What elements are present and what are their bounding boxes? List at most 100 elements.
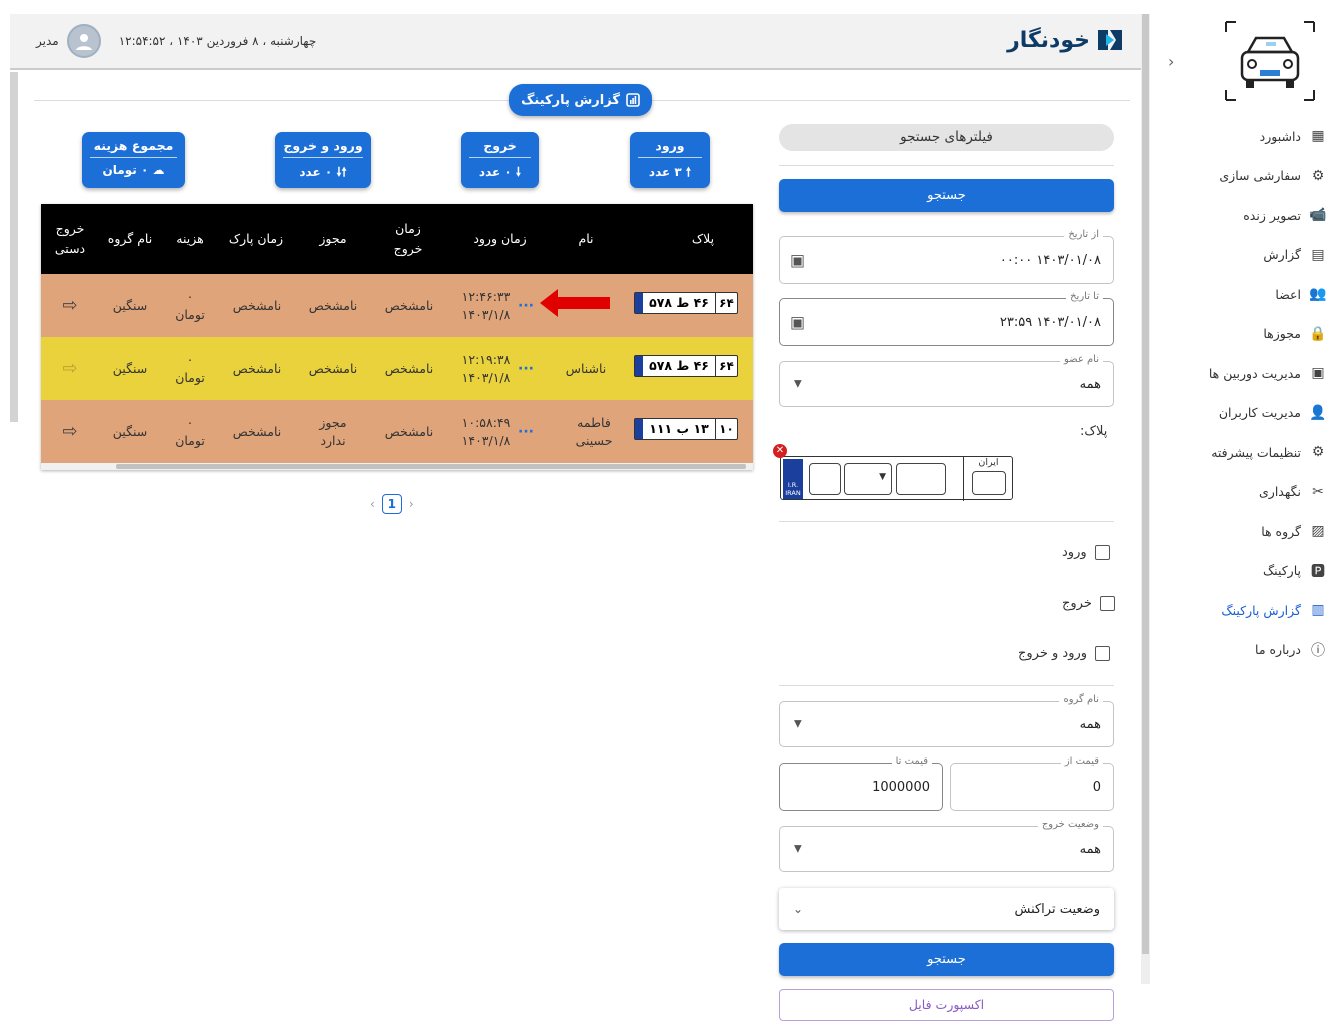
parking-icon: 🅿 [1311,563,1325,580]
stat-total-cost-amount: ۰ تومان [102,163,149,177]
sidebar-item[interactable]: 👥 اعضا [1150,281,1327,307]
from-date-value: ۱۴۰۳/۰۱/۰۸ ۰۰:۰۰ [999,252,1101,268]
table-scroll-thumb[interactable] [116,464,746,469]
sidebar-item[interactable]: 📹 تصویر زنده [1150,202,1327,228]
stat-entry: ورود 🠕 ۳ عدد [630,132,710,188]
col-manual-exit[interactable]: خروج دستی [49,204,91,274]
checkbox-entry[interactable]: ورود [1062,545,1110,560]
stat-total-cost-label: مجموع هزینه [90,132,177,158]
page-scroll-thumb[interactable] [1142,14,1149,954]
col-plate[interactable]: پلاک [653,204,753,274]
to-date-field[interactable]: تا تاریخ ۱۴۰۳/۰۱/۰۸ ۲۳:۵۹ ▣ [779,291,1114,346]
search-button-top[interactable]: جستجو [779,179,1114,212]
plate-region: ۱۰ [715,419,737,439]
stat-exit-value: 🠗 ۰ عدد [461,158,539,184]
checkbox-box[interactable] [1094,545,1110,560]
app-root: مدیر چهارشنبه ، ۸ فروردین ۱۴۰۳ ، ۱۲:۵۴:۵… [0,0,1331,1034]
col-permit[interactable]: مجوز [305,204,361,274]
brand: خودنگار [1007,26,1124,54]
entry-time: ۱۰:۵۸:۴۹ [461,414,511,430]
transaction-status-accordion[interactable]: وضعیت تراکنش ⌄ [779,888,1114,930]
from-date-field[interactable]: از تاریخ ۱۴۰۳/۰۱/۰۸ ۰۰:۰۰ ▣ [779,229,1114,284]
sidebar-item[interactable]: ▦ داشبورد [1150,123,1327,149]
calendar-icon[interactable]: ▣ [790,251,805,270]
more-dots-icon[interactable]: ··· [517,400,535,463]
col-cost[interactable]: هزینه [167,204,213,274]
sidebar-item[interactable]: 🅿 پارکینگ [1150,558,1327,584]
more-dots-icon[interactable]: ··· [517,274,535,337]
group-name-select[interactable]: نام گروه همه ▼ [779,694,1114,747]
sidebar-item[interactable]: 👤 مدیریت کاربران [1150,400,1327,426]
price-from-field[interactable]: قیمت از 0 [950,756,1114,811]
cell-cost: ۰ تومان [169,274,211,337]
exit-status-select[interactable]: وضعیت خروج همه ▼ [779,819,1114,872]
page-number-current[interactable]: 1 [381,494,402,514]
sidebar-item[interactable]: 🔒 مجوزها [1150,321,1327,347]
col-exit-time[interactable]: زمان خروج [383,204,433,274]
col-name[interactable]: نام [549,204,623,274]
page-title: گزارش پارکینگ [509,84,652,116]
checkbox-entry-exit[interactable]: ورود و خروج [1018,646,1111,661]
more-dots-icon[interactable]: ··· [517,337,535,400]
gear-icon: ⚙ [1311,167,1325,184]
table-header: پلاک نام زمان ورود زمان خروج مجوز زمان پ… [41,204,753,274]
table-row[interactable]: ۱۳ ب ۱۱۱ ۱۰ فاطمه حسینی ··· ۱۰:۵۸:۴۹ ۱۴۰۳… [41,400,753,463]
left-scroll-strip[interactable] [10,72,18,422]
cell-entry-time: ۱۲:۱۹:۳۸ ۱۴۰۳/۱/۸ [453,337,519,400]
plate-digits-left[interactable] [809,463,841,495]
red-arrow-annotation [540,289,610,317]
transaction-status-label: وضعیت تراکنش [1014,901,1101,917]
user-area[interactable]: مدیر چهارشنبه ، ۸ فروردین ۱۴۰۳ ، ۱۲:۵۴:۵… [36,24,316,58]
report-icon: ▤ [1311,246,1325,263]
exit-icon[interactable]: ⇨ [55,274,85,337]
sidebar-item[interactable]: ⚙ سفارشی سازی [1150,163,1327,189]
member-name-value: همه [1079,376,1101,392]
sidebar-item[interactable]: ▣ مدیریت دوربین ها [1150,360,1327,386]
calendar-icon[interactable]: ▣ [790,313,805,332]
sidebar-item-label: گزارش پارکینگ [1221,602,1301,618]
price-to-field[interactable]: قیمت تا 1000000 [779,756,943,811]
avatar[interactable] [66,24,101,58]
table-row[interactable]: ۴۶ ط ۵۷۸ ۶۴ ناشناس ··· ۱۲:۱۹:۳۸ ۱۴۰۳/۱/۸ … [41,337,753,400]
plate-flag-text: I.R. IRAN [785,481,801,497]
export-file-button[interactable]: اکسپورت فایل [779,989,1114,1021]
exit-icon[interactable]: ⇨ [55,337,85,400]
col-group-name[interactable]: نام گروه [107,204,153,274]
stat-entry-count: ۳ عدد [648,165,682,179]
sidebar-item[interactable]: ✂ نگهداری [1150,479,1327,505]
sidebar-item[interactable]: ▨ گروه ها [1150,518,1327,544]
search-button-bottom[interactable]: جستجو [779,943,1114,976]
cell-cost: ۰ تومان [169,337,211,400]
table-row[interactable]: ۴۶ ط ۵۷۸ ۶۴ ··· ۱۲:۴۶:۳۳ ۱۴۰۳/۱/۸ نامشخص … [41,274,753,337]
top-header: مدیر چهارشنبه ، ۸ فروردین ۱۴۰۳ ، ۱۲:۵۴:۵… [10,14,1142,70]
cost-amount: ۰ [186,414,194,430]
exit-status-value: همه [1079,841,1101,857]
sidebar-item[interactable]: ⚙ تنظیمات پیشرفته [1150,439,1327,465]
chevron-right-icon[interactable]: › [1168,52,1186,72]
entry-time: ۱۲:۴۶:۳۳ [461,288,511,304]
chart-icon [626,93,640,107]
cell-name: فاطمه حسینی [575,414,613,448]
cost-unit: تومان [175,306,205,322]
sidebar-item[interactable]: ⓘ درباره ما [1150,637,1327,663]
checkbox-box[interactable] [1095,646,1111,661]
checkbox-box[interactable] [1099,596,1115,611]
plate-region-input[interactable] [972,471,1006,495]
sidebar-item-label: تصویر زنده [1243,207,1301,223]
col-park-time[interactable]: زمان پارک [225,204,287,274]
next-page-icon[interactable]: › [409,497,414,511]
sidebar-item[interactable]: ▥ گزارش پارکینگ [1150,597,1327,623]
cost-unit: تومان [175,369,205,385]
plate-digits-right[interactable] [896,463,946,495]
clear-plate-icon[interactable]: ✕ [773,444,787,458]
exit-icon[interactable]: ⇨ [55,400,85,463]
plate-flag-icon [635,419,643,439]
plate-input[interactable]: I.R. IRAN ▼ ایران [780,456,1013,501]
plate-letter-select[interactable]: ▼ [844,463,892,495]
checkbox-exit[interactable]: خروج [1062,596,1115,611]
cell-entry-time: ۱۰:۵۸:۴۹ ۱۴۰۳/۱/۸ [453,400,519,463]
col-entry-time[interactable]: زمان ورود [459,204,541,274]
member-name-select[interactable]: نام عضو همه ▼ [779,354,1114,407]
prev-page-icon[interactable]: ‹ [370,497,375,511]
sidebar-item[interactable]: ▤ گزارش [1150,242,1327,268]
